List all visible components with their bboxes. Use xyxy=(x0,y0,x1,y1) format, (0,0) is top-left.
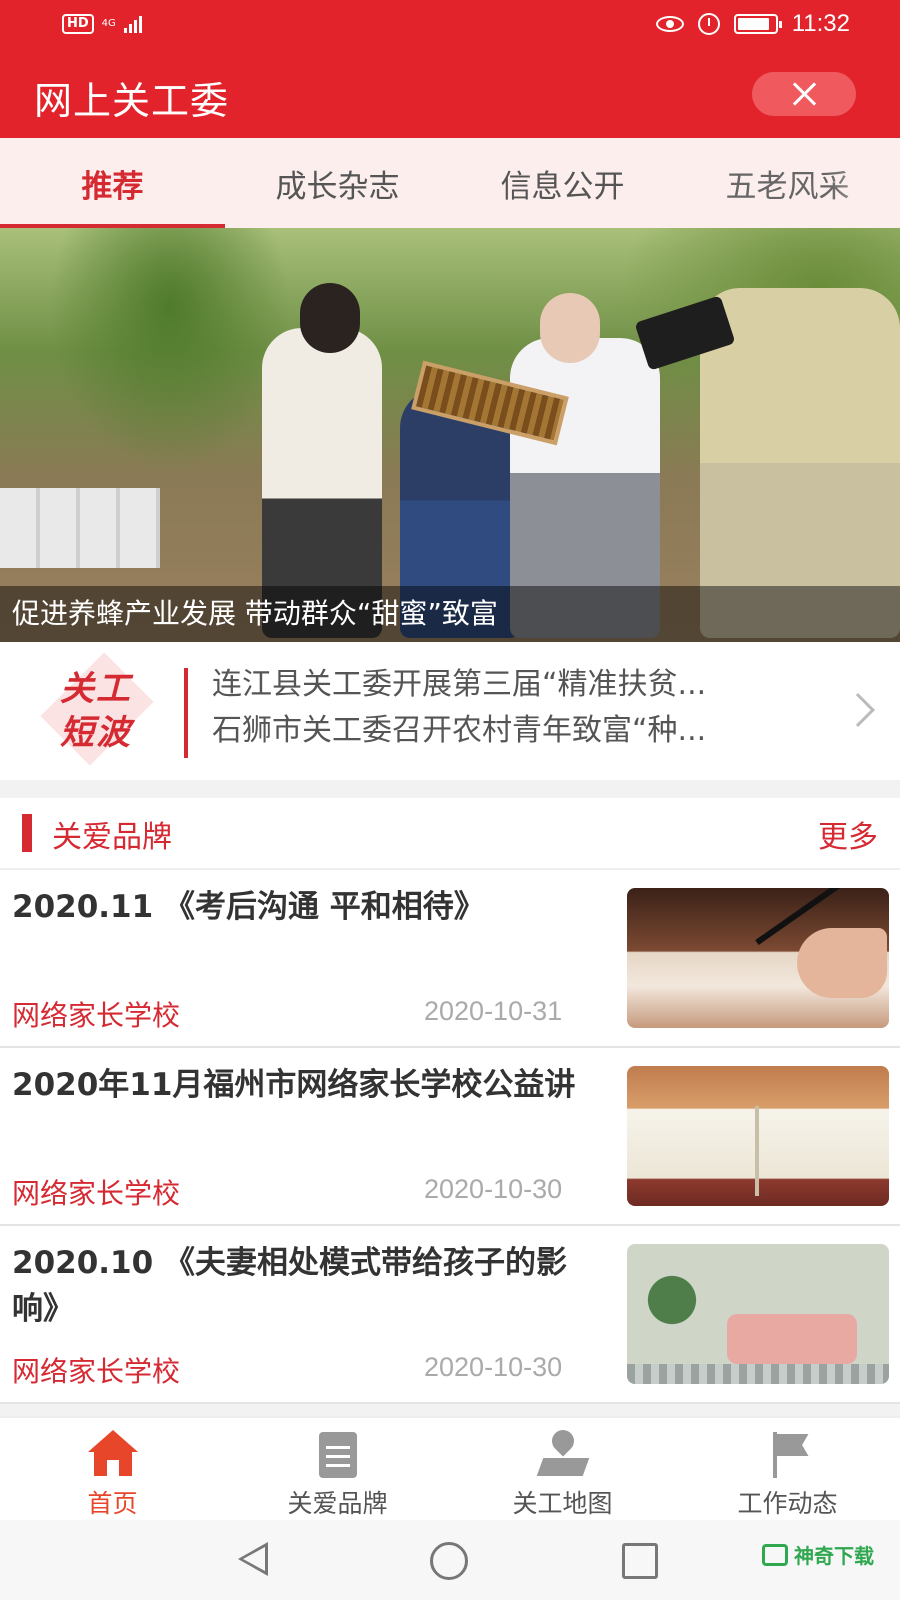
article-date: 2020-10-30 xyxy=(424,1174,563,1204)
home-circle-icon[interactable] xyxy=(430,1542,468,1580)
news-ticker[interactable]: 关工 短波 连江县关工委开展第三届“精准扶贫... 石狮市关工委召开农村青年致富… xyxy=(0,642,900,780)
nav-map[interactable]: 关工地图 xyxy=(450,1418,675,1522)
article-title: 2020年11月福州市网络家长学校公益讲 xyxy=(12,1067,576,1103)
ticker-headline[interactable]: 石狮市关工委召开农村青年致富“种... xyxy=(212,708,812,754)
banner-photo-head xyxy=(540,293,600,363)
status-right: 11:32 xyxy=(655,10,850,38)
nav-label: 关爱品牌 xyxy=(287,1489,388,1518)
article-title: 2020.11 《考后沟通 平和相待》 xyxy=(12,889,485,925)
article-date: 2020-10-31 xyxy=(424,996,563,1026)
bottom-navigation: 首页 关爱品牌 关工地图 工作动态 xyxy=(0,1416,900,1520)
ticker-headline[interactable]: 连江县关工委开展第三届“精准扶贫... xyxy=(212,662,812,708)
list-item[interactable]: 2020.11 《考后沟通 平和相待》 网络家长学校 2020-10-31 xyxy=(0,870,900,1048)
signal-icon xyxy=(123,15,142,33)
article-thumbnail xyxy=(627,1066,889,1206)
tab-info-disclosure[interactable]: 信息公开 xyxy=(450,138,675,228)
nav-work-news[interactable]: 工作动态 xyxy=(675,1418,900,1522)
network-label: 4G xyxy=(101,18,116,29)
banner-photo-blocks xyxy=(0,488,160,568)
close-icon xyxy=(791,81,817,107)
article-date: 2020-10-30 xyxy=(424,1352,563,1382)
status-time: 11:32 xyxy=(791,10,850,37)
eye-icon xyxy=(655,16,684,32)
ticker-headlines: 连江县关工委开展第三届“精准扶贫... 石狮市关工委召开农村青年致富“种... xyxy=(212,662,812,754)
article-thumbnail xyxy=(627,1244,889,1384)
banner-carousel[interactable]: 促进养蜂产业发展 带动群众“甜蜜”致富 xyxy=(0,228,900,642)
nav-care-brand[interactable]: 关爱品牌 xyxy=(225,1418,450,1522)
section-header: 关爱品牌 更多 xyxy=(0,798,900,870)
recent-apps-icon[interactable] xyxy=(622,1543,658,1579)
app-header: 网上关工委 xyxy=(0,50,900,138)
hd-badge: HD xyxy=(62,14,94,34)
tab-growth-magazine[interactable]: 成长杂志 xyxy=(225,138,450,228)
nav-label: 首页 xyxy=(87,1489,138,1518)
nav-label: 工作动态 xyxy=(737,1489,838,1518)
map-pin-icon xyxy=(536,1425,590,1480)
list-item[interactable]: 2020.10 《夫妻相处模式带给孩子的影响》 网络家长学校 2020-10-3… xyxy=(0,1226,900,1404)
ticker-divider xyxy=(184,668,188,758)
banner-photo-head xyxy=(300,283,360,353)
article-source: 网络家长学校 xyxy=(12,1177,181,1210)
section-accent-bar xyxy=(22,814,32,852)
watermark-text: 神奇下载 xyxy=(794,1544,874,1568)
tab-recommend[interactable]: 推荐 xyxy=(0,138,225,228)
ticker-logo-line2: 短波 xyxy=(60,713,132,753)
tab-five-elders[interactable]: 五老风采 xyxy=(675,138,900,228)
section-title: 关爱品牌 xyxy=(52,820,172,855)
watermark-logo-icon xyxy=(762,1543,788,1566)
article-list: 2020.11 《考后沟通 平和相待》 网络家长学校 2020-10-31 20… xyxy=(0,870,900,1404)
article-source: 网络家长学校 xyxy=(12,1355,181,1388)
thumbnail-plant xyxy=(647,1264,697,1354)
banner-caption: 促进养蜂产业发展 带动群众“甜蜜”致富 xyxy=(0,586,900,642)
home-icon xyxy=(86,1430,140,1480)
watermark: 神奇下载 xyxy=(762,1540,874,1569)
nav-label: 关工地图 xyxy=(512,1489,613,1518)
thumbnail-sofa xyxy=(727,1314,857,1364)
list-item[interactable]: 2020年11月福州市网络家长学校公益讲 网络家长学校 2020-10-30 xyxy=(0,1048,900,1226)
more-link[interactable]: 更多 xyxy=(818,812,878,856)
battery-icon xyxy=(733,14,782,34)
close-button[interactable] xyxy=(752,72,856,116)
alarm-icon xyxy=(697,13,720,35)
document-icon xyxy=(311,1430,365,1480)
thumbnail-hand xyxy=(797,928,887,998)
thumbnail-book-spine xyxy=(755,1106,759,1196)
article-source: 网络家长学校 xyxy=(12,999,181,1032)
back-icon[interactable] xyxy=(238,1542,268,1576)
category-tabs: 推荐 成长杂志 信息公开 五老风采 xyxy=(0,138,900,228)
chevron-right-icon[interactable] xyxy=(841,693,875,727)
ticker-logo-line1: 关工 xyxy=(60,669,132,709)
nav-home[interactable]: 首页 xyxy=(0,1418,225,1522)
system-navigation-bar: 神奇下载 xyxy=(0,1520,900,1600)
thumbnail-floor xyxy=(627,1364,889,1384)
status-left: HD 4G xyxy=(62,14,142,34)
article-thumbnail xyxy=(627,888,889,1028)
ticker-logo: 关工 短波 xyxy=(40,652,154,770)
flag-icon xyxy=(761,1430,815,1480)
status-bar: HD 4G 11:32 xyxy=(0,0,900,50)
article-title: 2020.10 《夫妻相处模式带给孩子的影响》 xyxy=(12,1245,567,1327)
app-title: 网上关工委 xyxy=(34,79,230,123)
